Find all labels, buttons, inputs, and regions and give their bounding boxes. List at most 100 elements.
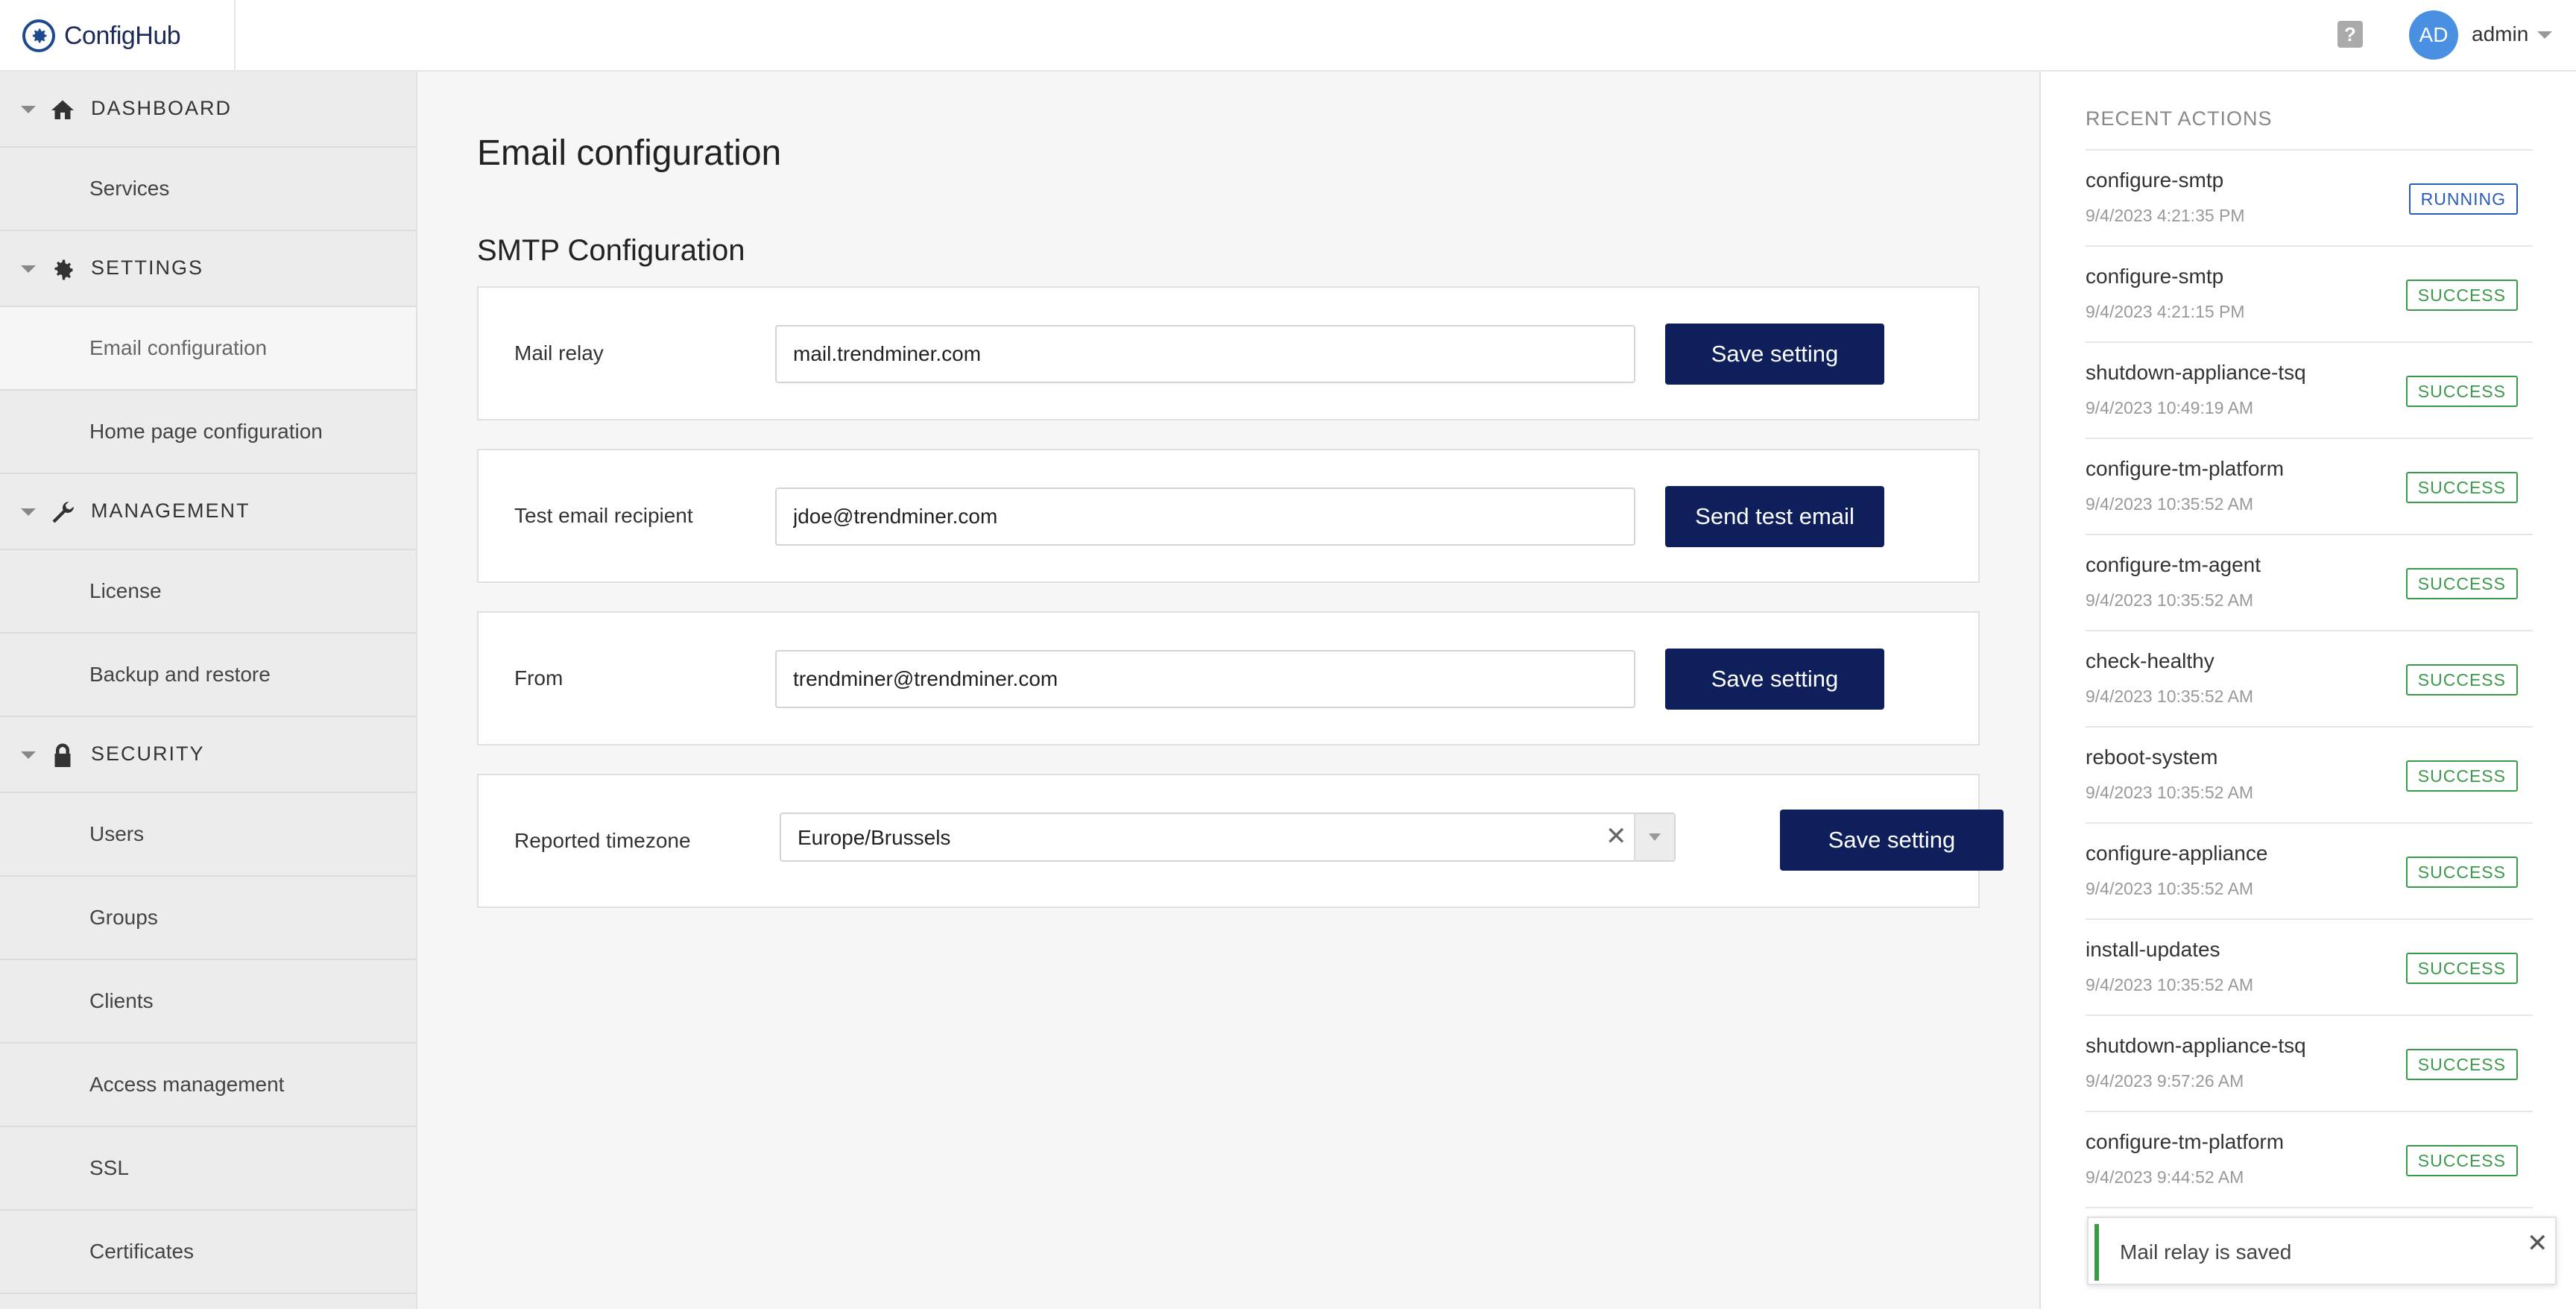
action-name: configure-smtp bbox=[2086, 168, 2224, 192]
sidebar-section-security[interactable]: SECURITY bbox=[0, 717, 416, 793]
main-content: Email configuration SMTP Configuration M… bbox=[417, 72, 2039, 1309]
sidebar-item-users[interactable]: Users bbox=[0, 793, 416, 877]
action-timestamp: 9/4/2023 10:35:52 AM bbox=[2086, 879, 2254, 898]
timezone-select[interactable]: Europe/Brussels ✕ bbox=[780, 813, 1676, 862]
page-title: Email configuration bbox=[477, 133, 782, 173]
status-badge: SUCCESS bbox=[2405, 1049, 2518, 1080]
action-timestamp: 9/4/2023 9:44:52 AM bbox=[2086, 1167, 2244, 1187]
sidebar-item-ssl[interactable]: SSL bbox=[0, 1127, 416, 1211]
collapse-caret-icon[interactable] bbox=[21, 508, 36, 516]
status-badge: SUCCESS bbox=[2405, 760, 2518, 792]
from-label: From bbox=[514, 666, 564, 690]
action-name: configure-tm-agent bbox=[2086, 553, 2261, 576]
sidebar-item-clients[interactable]: Clients bbox=[0, 960, 416, 1044]
action-name: shutdown-appliance-tsq bbox=[2086, 1034, 2306, 1057]
home-icon bbox=[51, 100, 74, 119]
sidebar-item-backup-and-restore[interactable]: Backup and restore bbox=[0, 634, 416, 717]
user-menu-name[interactable]: admin bbox=[2472, 22, 2528, 46]
recent-action-item[interactable]: configure-appliance 9/4/2023 10:35:52 AM S… bbox=[2086, 824, 2533, 920]
collapse-caret-icon[interactable] bbox=[21, 106, 36, 113]
status-badge: SUCCESS bbox=[2405, 857, 2518, 888]
action-name: configure-tm-platform bbox=[2086, 457, 2285, 480]
sidebar-section-management[interactable]: MANAGEMENT bbox=[0, 474, 416, 550]
logo[interactable]: ConfigHub bbox=[0, 0, 236, 72]
action-timestamp: 9/4/2023 10:35:52 AM bbox=[2086, 590, 2254, 610]
action-timestamp: 9/4/2023 10:35:52 AM bbox=[2086, 975, 2254, 994]
status-badge: RUNNING bbox=[2408, 183, 2518, 215]
action-name: reboot-system bbox=[2086, 745, 2218, 769]
recent-action-item[interactable]: shutdown-appliance-tsq 9/4/2023 10:49:19 … bbox=[2086, 343, 2533, 439]
status-badge: SUCCESS bbox=[2405, 280, 2518, 311]
status-badge: SUCCESS bbox=[2405, 376, 2518, 407]
sidebar-section-label: SECURITY bbox=[91, 742, 205, 765]
recent-action-item[interactable]: check-healthy 9/4/2023 10:35:52 AM SUCCESS bbox=[2086, 631, 2533, 728]
sidebar-item-certificates[interactable]: Certificates bbox=[0, 1211, 416, 1294]
action-name: check-healthy bbox=[2086, 649, 2214, 672]
recent-action-item[interactable]: install-updates 9/4/2023 10:35:52 AM SUCCE… bbox=[2086, 920, 2533, 1016]
help-icon[interactable]: ? bbox=[2337, 21, 2363, 48]
sidebar-section-dashboard[interactable]: DASHBOARD bbox=[0, 72, 416, 148]
collapse-caret-icon[interactable] bbox=[21, 751, 36, 759]
collapse-caret-icon[interactable] bbox=[21, 265, 36, 273]
gear-logo-icon bbox=[22, 19, 55, 52]
action-timestamp: 9/4/2023 4:21:35 PM bbox=[2086, 206, 2245, 225]
action-name: shutdown-appliance-tsq bbox=[2086, 361, 2306, 384]
sidebar-item-email-configuration[interactable]: Email configuration bbox=[0, 307, 416, 391]
section-title: SMTP Configuration bbox=[477, 234, 745, 267]
save-from-button[interactable]: Save setting bbox=[1665, 649, 1884, 710]
test-email-input[interactable] bbox=[775, 488, 1635, 546]
test-email-card: Test email recipient Send test email bbox=[477, 449, 1980, 583]
timezone-select-value: Europe/Brussels bbox=[798, 826, 951, 849]
action-name: configure-appliance bbox=[2086, 842, 2268, 865]
chevron-down-icon[interactable] bbox=[2537, 31, 2552, 39]
from-card: From Save setting bbox=[477, 611, 1980, 745]
mail-relay-input[interactable] bbox=[775, 325, 1635, 383]
wrench-icon bbox=[52, 501, 75, 523]
sidebar-section-label: SETTINGS bbox=[91, 256, 204, 279]
sidebar-section-label: DASHBOARD bbox=[91, 97, 233, 119]
sidebar-item-access-management[interactable]: Access management bbox=[0, 1044, 416, 1127]
toast-notification: Mail relay is saved ✕ bbox=[2087, 1217, 2557, 1285]
sidebar-section-settings[interactable]: SETTINGS bbox=[0, 231, 416, 307]
save-timezone-button[interactable]: Save setting bbox=[1780, 810, 2004, 871]
status-badge: SUCCESS bbox=[2405, 953, 2518, 984]
action-name: configure-tm-platform bbox=[2086, 1130, 2285, 1153]
action-timestamp: 9/4/2023 10:49:19 AM bbox=[2086, 398, 2254, 417]
action-name: install-updates bbox=[2086, 938, 2220, 961]
status-badge: SUCCESS bbox=[2405, 664, 2518, 695]
sidebar-item-home-page-configuration[interactable]: Home page configuration bbox=[0, 391, 416, 474]
dropdown-toggle[interactable] bbox=[1635, 814, 1674, 860]
recent-action-item[interactable]: configure-tm-platform 9/4/2023 9:44:52 AM… bbox=[2086, 1112, 2533, 1208]
recent-action-item[interactable]: configure-smtp 9/4/2023 4:21:35 PM RUNNING bbox=[2086, 151, 2533, 247]
action-timestamp: 9/4/2023 9:57:26 AM bbox=[2086, 1071, 2244, 1091]
recent-action-item[interactable]: configure-smtp 9/4/2023 4:21:15 PM SUCCESS bbox=[2086, 247, 2533, 343]
sidebar-item-services[interactable]: Services bbox=[0, 148, 416, 231]
test-email-label: Test email recipient bbox=[514, 504, 693, 527]
recent-actions-title: RECENT ACTIONS bbox=[2086, 107, 2273, 130]
from-input[interactable] bbox=[775, 650, 1635, 708]
status-badge: SUCCESS bbox=[2405, 568, 2518, 599]
action-timestamp: 9/4/2023 4:21:15 PM bbox=[2086, 302, 2245, 321]
recent-action-item[interactable]: configure-tm-platform 9/4/2023 10:35:52 A… bbox=[2086, 439, 2533, 535]
recent-actions-panel: RECENT ACTIONS configure-smtp 9/4/2023 4:… bbox=[2039, 72, 2576, 1309]
sidebar-section-label: MANAGEMENT bbox=[91, 499, 250, 522]
status-badge: SUCCESS bbox=[2405, 1145, 2518, 1176]
toast-status-bar bbox=[2094, 1224, 2099, 1281]
sidebar-item-license[interactable]: License bbox=[0, 550, 416, 634]
mail-relay-card: Mail relay Save setting bbox=[477, 286, 1980, 420]
action-name: configure-smtp bbox=[2086, 265, 2224, 288]
recent-action-item[interactable]: shutdown-appliance-tsq 9/4/2023 9:57:26 A… bbox=[2086, 1016, 2533, 1112]
action-timestamp: 9/4/2023 10:35:52 AM bbox=[2086, 494, 2254, 514]
save-mail-relay-button[interactable]: Save setting bbox=[1665, 324, 1884, 385]
mail-relay-label: Mail relay bbox=[514, 341, 604, 365]
recent-action-item[interactable]: reboot-system 9/4/2023 10:35:52 AM SUCCESS bbox=[2086, 728, 2533, 824]
avatar[interactable]: AD bbox=[2409, 10, 2458, 60]
sidebar-item-groups[interactable]: Groups bbox=[0, 877, 416, 960]
close-icon[interactable]: ✕ bbox=[2527, 1228, 2548, 1258]
clear-icon[interactable]: ✕ bbox=[1606, 821, 1627, 851]
app-name: ConfigHub bbox=[64, 21, 181, 50]
action-timestamp: 9/4/2023 10:35:52 AM bbox=[2086, 687, 2254, 706]
send-test-email-button[interactable]: Send test email bbox=[1665, 486, 1884, 547]
recent-action-item[interactable]: configure-tm-agent 9/4/2023 10:35:52 AM SU… bbox=[2086, 535, 2533, 631]
action-timestamp: 9/4/2023 10:35:52 AM bbox=[2086, 783, 2254, 802]
